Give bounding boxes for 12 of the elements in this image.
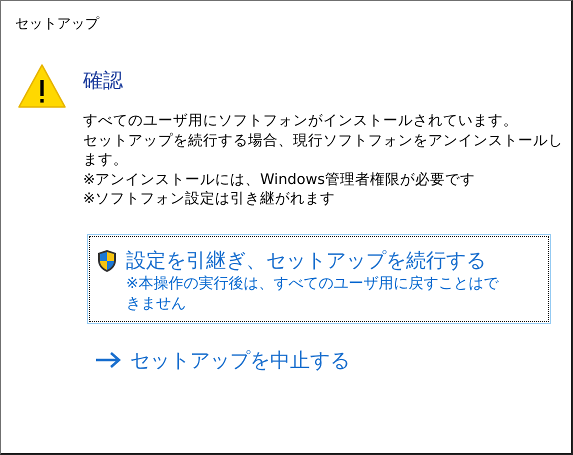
shield-icon bbox=[96, 248, 118, 272]
message-text: セットアップを続行する場合、現行ソフトフォンをアンインストールし bbox=[83, 132, 563, 150]
warning-icon bbox=[17, 63, 67, 109]
dialog-heading: 確認 bbox=[83, 67, 123, 94]
message-text: ※ソフトフォン設定は引き継がれます bbox=[83, 190, 336, 209]
window-title: セットアップ bbox=[14, 15, 99, 34]
message-text: ※アンインストールには、Windows管理者権限が必要です bbox=[83, 170, 475, 190]
arrow-icon bbox=[94, 350, 122, 368]
command-link[interactable]: 設定を引継ぎ、セットアップを続行する ※本操作の実行後は、すべてのユーザ用に戻すことはで きません bbox=[87, 234, 551, 324]
message-text: すべてのユーザ用にソフトフォンがインストールされています。 bbox=[83, 112, 518, 131]
message-text: ます。 bbox=[83, 151, 128, 170]
command-link[interactable]: セットアップを中止する bbox=[87, 342, 357, 378]
